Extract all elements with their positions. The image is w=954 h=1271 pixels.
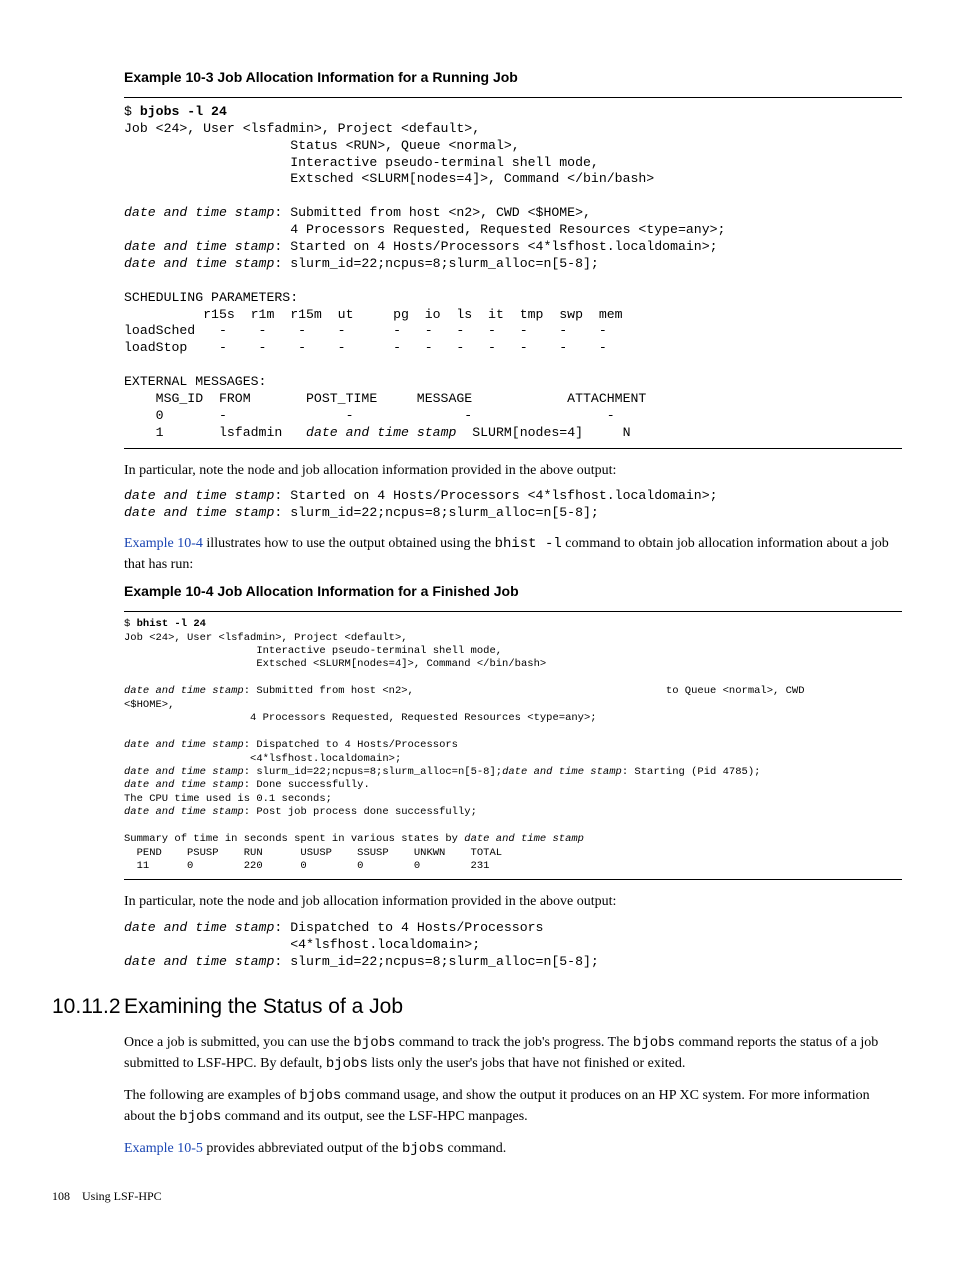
para-bjobs-examples: The following are examples of bjobs comm… (124, 1086, 902, 1127)
cmd-bjobs-5: bjobs (179, 1109, 221, 1125)
page-footer: 108Using LSF-HPC (52, 1188, 902, 1204)
example-10-3-code: $ bjobs -l 24 Job <24>, User <lsfadmin>,… (124, 97, 902, 449)
section-heading: 10.11.2Examining the Status of a Job (52, 993, 902, 1021)
snippet-1: date and time stamp: Started on 4 Hosts/… (124, 488, 902, 522)
cmd-bjobs-6: bjobs (402, 1141, 444, 1157)
footer-title: Using LSF-HPC (82, 1189, 162, 1203)
page-number: 108 (52, 1188, 82, 1204)
para-bjobs-intro: Once a job is submitted, you can use the… (124, 1033, 902, 1074)
cmd-bjobs-4: bjobs (299, 1088, 341, 1104)
para-note-2: In particular, note the node and job all… (124, 892, 902, 912)
section-number: 10.11.2 (52, 993, 124, 1021)
para-example-10-4-intro: Example 10-4 illustrates how to use the … (124, 534, 902, 574)
cmd-bjobs-3: bjobs (326, 1056, 368, 1072)
cmd-bjobs-1: bjobs (353, 1035, 395, 1051)
example-10-4-heading: Example 10-4 Job Allocation Information … (124, 582, 902, 601)
link-example-10-4[interactable]: Example 10-4 (124, 536, 203, 551)
cmd-bhist-l: bhist -l (495, 536, 562, 552)
example-10-3-heading: Example 10-3 Job Allocation Information … (124, 68, 902, 87)
para-example-10-5-intro: Example 10-5 provides abbreviated output… (124, 1139, 902, 1160)
cmd-bjobs-2: bjobs (633, 1035, 675, 1051)
link-example-10-5[interactable]: Example 10-5 (124, 1141, 203, 1156)
snippet-2: date and time stamp: Dispatched to 4 Hos… (124, 920, 902, 971)
section-title: Examining the Status of a Job (124, 995, 403, 1018)
para-note-1: In particular, note the node and job all… (124, 461, 902, 481)
example-10-4-code: $ bhist -l 24 Job <24>, User <lsfadmin>,… (124, 611, 902, 880)
